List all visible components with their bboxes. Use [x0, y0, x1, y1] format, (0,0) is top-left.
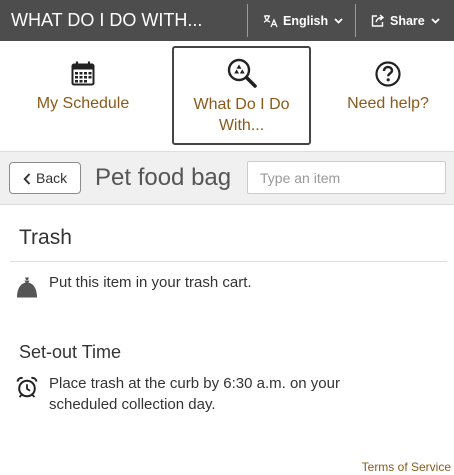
nav-label: My Schedule — [36, 95, 130, 112]
nav-label: Need help? — [347, 95, 429, 112]
terms-of-service-link[interactable]: Terms of Service — [362, 460, 451, 474]
search-bar: Back Pet food bag — [0, 151, 454, 205]
share-icon — [371, 14, 385, 27]
top-bar: WHAT DO I DO WITH... English Share — [0, 0, 454, 41]
trash-bag-icon — [16, 276, 38, 303]
app-title: WHAT DO I DO WITH... — [11, 10, 203, 30]
alarm-clock-icon — [16, 376, 38, 403]
disposal-category-title: Trash — [19, 226, 72, 249]
chevron-left-icon — [23, 173, 31, 185]
search-input[interactable] — [247, 161, 446, 194]
question-icon — [375, 61, 401, 92]
disposal-instruction: Put this item in your trash cart. — [49, 274, 252, 291]
share-button[interactable]: Share — [371, 0, 440, 41]
nav-what-do-i-do-with[interactable]: What Do I Do With... — [172, 46, 311, 145]
language-button[interactable]: English — [263, 0, 343, 41]
divider — [355, 4, 356, 37]
calendar-icon — [71, 61, 95, 91]
divider — [10, 261, 447, 262]
nav-label: What Do I Do With... — [193, 96, 290, 134]
back-label: Back — [36, 170, 68, 186]
item-title: Pet food bag — [95, 164, 232, 191]
language-label: English — [283, 13, 329, 28]
back-button[interactable]: Back — [9, 162, 81, 194]
nav-need-help[interactable]: Need help? — [332, 41, 444, 145]
share-label: Share — [390, 13, 425, 28]
recycle-search-icon — [227, 58, 257, 93]
chevron-down-icon — [431, 17, 440, 24]
nav-my-schedule[interactable]: My Schedule — [14, 41, 152, 145]
translate-icon — [263, 14, 278, 28]
setout-time-text: Place trash at the curb by 6:30 a.m. on … — [49, 375, 340, 413]
chevron-down-icon — [334, 17, 343, 24]
main-nav: My Schedule What Do I Do With... Need he… — [0, 41, 454, 151]
setout-time-title: Set-out Time — [19, 342, 122, 362]
divider — [247, 4, 248, 37]
